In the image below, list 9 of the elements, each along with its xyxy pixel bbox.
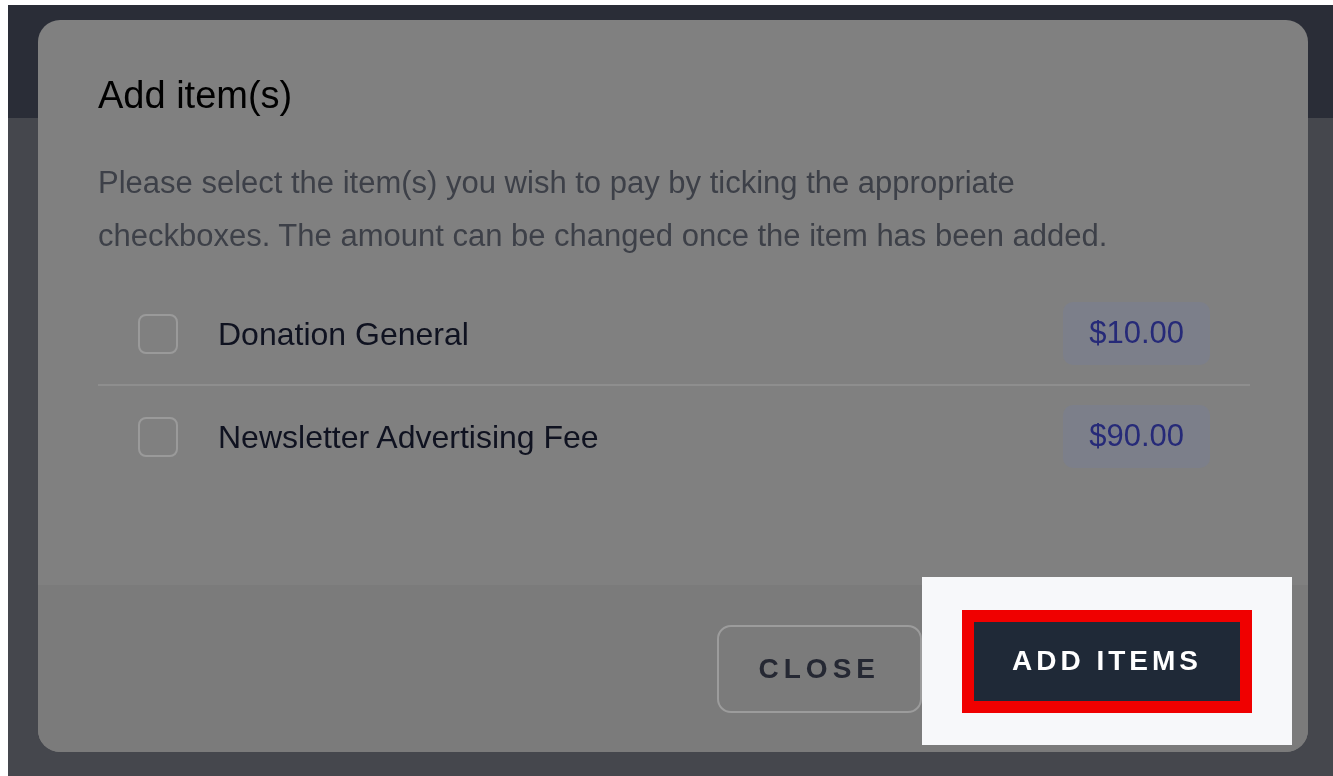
amount-badge: $90.00 xyxy=(1063,405,1210,468)
dialog-description: Please select the item(s) you wish to pay by ticking the appropriate checkboxes. The amount can be changed once the item has been added. xyxy=(98,163,1109,255)
item-label: Donation General xyxy=(218,314,470,354)
amount-badge: $10.00 xyxy=(1063,302,1210,365)
checkbox[interactable] xyxy=(138,416,178,457)
dialog-title: Add item(s) xyxy=(98,73,294,118)
add-items-button[interactable]: ADD ITEMS xyxy=(962,609,1252,713)
checkbox[interactable] xyxy=(138,313,178,354)
item-label: Newsletter Advertising Fee xyxy=(218,417,600,457)
